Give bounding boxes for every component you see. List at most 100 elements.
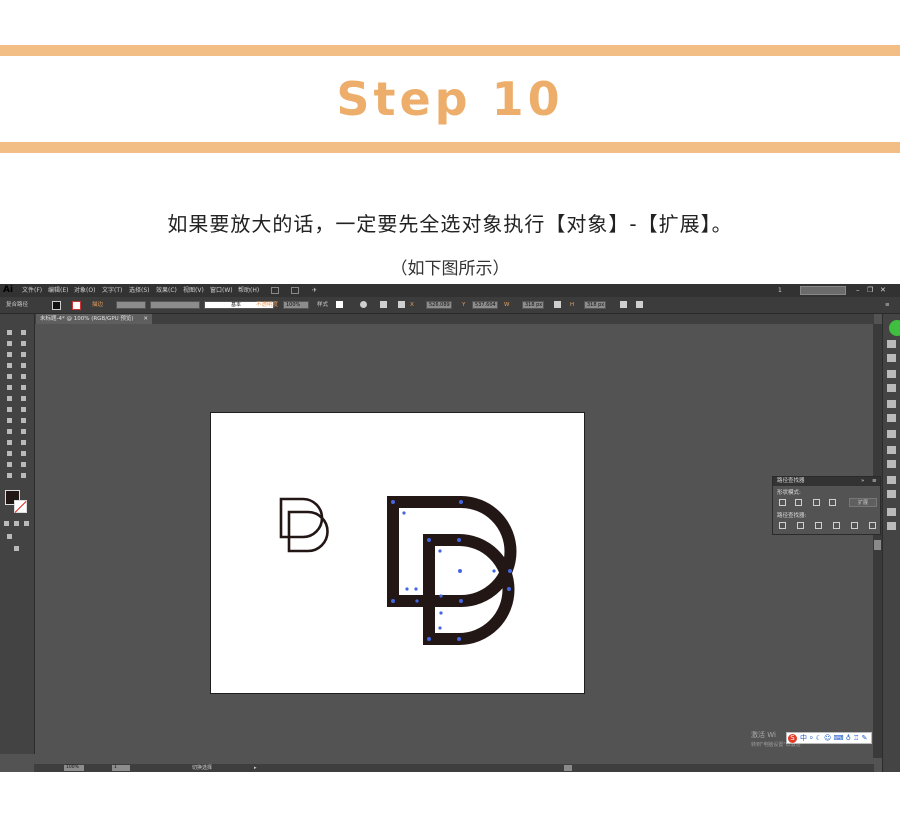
swatches-panel-icon[interactable] xyxy=(887,354,896,362)
ime-toolbar[interactable]: S 中 ⸰ ☾ ☺ ⌨ ♁ ♖ ✎ xyxy=(786,732,872,744)
exclude-button[interactable] xyxy=(829,499,836,506)
bridge-icon[interactable] xyxy=(271,287,279,294)
magic-wand-tool-icon[interactable] xyxy=(5,339,14,348)
rotate-tool-icon[interactable] xyxy=(5,394,14,403)
zoom-field[interactable]: 100% xyxy=(64,765,84,771)
trim-button[interactable] xyxy=(797,522,804,529)
recolor-icon[interactable] xyxy=(360,301,367,308)
type-tool-icon[interactable] xyxy=(19,350,28,359)
scroll-thumb[interactable] xyxy=(874,540,881,550)
menu-help[interactable]: 帮助(H) xyxy=(238,284,259,297)
menu-effect[interactable]: 效果(C) xyxy=(156,284,177,297)
sogou-icon[interactable]: S xyxy=(788,734,797,743)
send-icon[interactable]: ✈ xyxy=(312,284,317,297)
brushes-panel-icon[interactable] xyxy=(887,370,896,378)
close-icon[interactable]: ✕ xyxy=(880,285,886,296)
artboard-nav-field[interactable]: 1 xyxy=(112,765,130,771)
pencil-tool-icon[interactable] xyxy=(19,372,28,381)
paintbrush-tool-icon[interactable] xyxy=(5,372,14,381)
blob-brush-tool-icon[interactable] xyxy=(5,383,14,392)
reference-point-icon[interactable] xyxy=(398,301,405,308)
transform-icon[interactable] xyxy=(620,301,627,308)
blend-tool-icon[interactable] xyxy=(19,438,28,447)
arrange-documents-icon[interactable] xyxy=(291,287,299,294)
unite-button[interactable] xyxy=(779,499,786,506)
scale-tool-icon[interactable] xyxy=(19,394,28,403)
artboard[interactable] xyxy=(210,412,585,694)
menu-file[interactable]: 文件(F) xyxy=(22,284,42,297)
restore-icon[interactable]: ❐ xyxy=(867,285,873,296)
constrain-proportions-icon[interactable] xyxy=(554,301,561,308)
symbol-sprayer-tool-icon[interactable] xyxy=(5,449,14,458)
stroke-swatch[interactable] xyxy=(72,301,81,310)
align-icon[interactable] xyxy=(380,301,387,308)
graphic-styles-panel-icon[interactable] xyxy=(887,460,896,468)
divide-button[interactable] xyxy=(779,522,786,529)
merge-button[interactable] xyxy=(815,522,822,529)
symbols-panel-icon[interactable] xyxy=(887,384,896,392)
lasso-tool-icon[interactable] xyxy=(19,339,28,348)
pathfinder-header[interactable]: 路径查找器 » ≡ xyxy=(773,477,880,486)
slice-tool-icon[interactable] xyxy=(19,460,28,469)
stroke-weight-field[interactable] xyxy=(116,301,146,309)
rectangle-tool-icon[interactable] xyxy=(19,361,28,370)
search-input[interactable] xyxy=(800,286,846,295)
artboard-tool-icon[interactable] xyxy=(5,460,14,469)
stroke-color-box[interactable] xyxy=(14,500,27,514)
variable-width-field[interactable] xyxy=(150,301,200,309)
line-tool-icon[interactable] xyxy=(5,361,14,370)
screen-mode-icon[interactable] xyxy=(12,544,21,553)
ime-mode-label[interactable]: 中 ⸰ ☾ ☺ ⌨ ♁ ♖ ✎ xyxy=(800,733,868,744)
align-panel-icon[interactable] xyxy=(887,508,896,516)
expand-button[interactable]: 扩展 xyxy=(849,498,877,507)
y-field[interactable]: 537.604 xyxy=(472,301,498,309)
horizontal-scroll-thumb[interactable] xyxy=(564,765,572,771)
minus-back-button[interactable] xyxy=(869,522,876,529)
pen-tool-icon[interactable] xyxy=(5,350,14,359)
green-badge-icon[interactable] xyxy=(889,320,900,336)
menu-type[interactable]: 文字(T) xyxy=(102,284,122,297)
intersect-button[interactable] xyxy=(813,499,820,506)
vertical-scrollbar[interactable] xyxy=(873,324,882,758)
minus-front-button[interactable] xyxy=(795,499,802,506)
logo-artwork[interactable] xyxy=(211,413,586,695)
mesh-tool-icon[interactable] xyxy=(5,427,14,436)
appearance-panel-icon[interactable] xyxy=(887,446,896,454)
transparency-panel-icon[interactable] xyxy=(887,430,896,438)
panel-collapse-icon[interactable]: » xyxy=(861,477,864,486)
width-field[interactable]: 318 px xyxy=(522,301,544,309)
zoom-tool-icon[interactable] xyxy=(19,471,28,480)
fill-swatch[interactable] xyxy=(52,301,61,310)
perspective-grid-tool-icon[interactable] xyxy=(19,416,28,425)
workspace-number[interactable]: 1 xyxy=(778,284,782,297)
isolate-icon[interactable] xyxy=(636,301,643,308)
selection-tool-icon[interactable] xyxy=(5,328,14,337)
x-field[interactable]: 526.089 xyxy=(426,301,452,309)
draw-mode-icon[interactable] xyxy=(5,532,14,541)
menu-object[interactable]: 对象(O) xyxy=(74,284,95,297)
pathfinder-panel-icon[interactable] xyxy=(887,522,896,530)
tab-close-icon[interactable]: ✕ xyxy=(143,316,148,322)
color-panel-icon[interactable] xyxy=(887,340,896,348)
shape-builder-tool-icon[interactable] xyxy=(5,416,14,425)
minimize-icon[interactable]: – xyxy=(856,285,860,296)
eraser-tool-icon[interactable] xyxy=(19,383,28,392)
height-field[interactable]: 318 px xyxy=(584,301,606,309)
menu-select[interactable]: 选择(S) xyxy=(129,284,150,297)
menu-edit[interactable]: 编辑(E) xyxy=(48,284,68,297)
direct-selection-tool-icon[interactable] xyxy=(19,328,28,337)
menu-window[interactable]: 窗口(W) xyxy=(210,284,233,297)
document-tab[interactable]: 未标题-4* @ 100% (RGB/GPU 预览) ✕ xyxy=(36,314,152,324)
status-arrow-icon[interactable]: ▸ xyxy=(254,764,257,772)
artboards-panel-icon[interactable] xyxy=(887,490,896,498)
free-transform-tool-icon[interactable] xyxy=(19,405,28,414)
gradient-mode-icon[interactable] xyxy=(12,519,21,528)
width-tool-icon[interactable] xyxy=(5,405,14,414)
panel-menu-icon[interactable]: ≡ xyxy=(885,297,890,313)
none-mode-icon[interactable] xyxy=(22,519,31,528)
panel-options-icon[interactable]: ≡ xyxy=(872,477,877,486)
stroke-panel-icon[interactable] xyxy=(887,400,896,408)
style-swatch[interactable] xyxy=(336,301,343,308)
opacity-field[interactable]: 100% xyxy=(283,301,309,309)
layers-panel-icon[interactable] xyxy=(887,476,896,484)
